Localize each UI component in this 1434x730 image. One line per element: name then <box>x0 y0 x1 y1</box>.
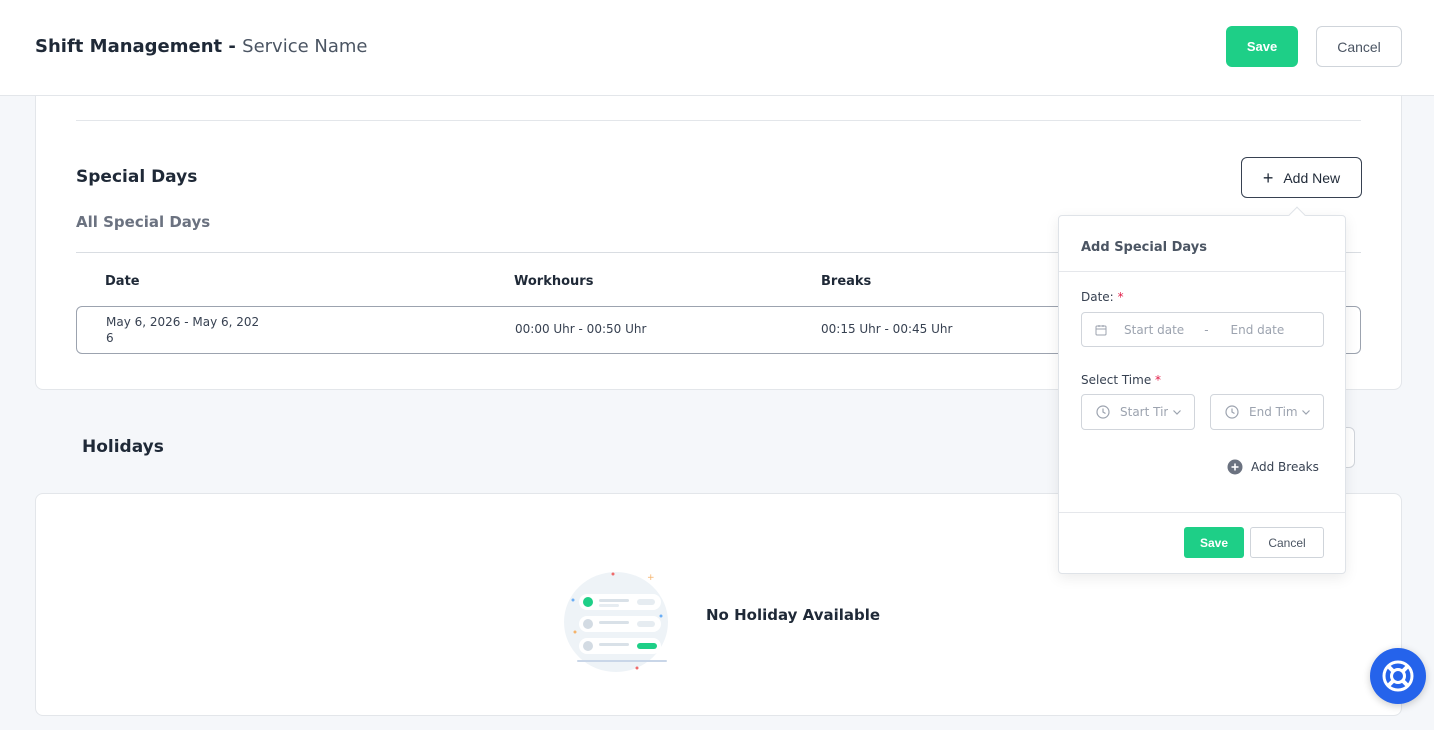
page-title: Shift Management - Service Name <box>35 36 368 57</box>
help-button[interactable] <box>1370 648 1426 704</box>
end-time-placeholder: End Time <box>1249 405 1297 419</box>
special-days-subtitle: All Special Days <box>76 213 211 231</box>
calendar-icon <box>1095 324 1107 335</box>
column-header-date: Date <box>105 274 140 289</box>
start-date-input[interactable]: Start date <box>1124 323 1184 337</box>
popover-title: Add Special Days <box>1081 240 1207 255</box>
save-button[interactable]: Save <box>1226 26 1298 67</box>
cancel-button[interactable]: Cancel <box>1316 26 1402 67</box>
date-range-picker[interactable]: Start date - End date <box>1081 312 1324 347</box>
column-header-breaks: Breaks <box>821 274 872 289</box>
add-breaks-label: Add Breaks <box>1251 460 1319 474</box>
add-breaks-button[interactable]: Add Breaks <box>1227 459 1319 475</box>
special-days-title: Special Days <box>76 167 198 187</box>
required-mark: * <box>1155 373 1162 387</box>
plus-icon: + <box>1262 167 1274 188</box>
date-separator: - <box>1204 322 1209 337</box>
popover-divider <box>1059 271 1345 272</box>
required-mark: * <box>1117 290 1124 304</box>
popover-save-button[interactable]: Save <box>1184 527 1244 558</box>
empty-state-illustration: + <box>564 572 668 672</box>
clock-icon <box>1225 405 1239 419</box>
start-time-placeholder: Start Time <box>1120 405 1168 419</box>
popover-cancel-button[interactable]: Cancel <box>1250 527 1324 558</box>
popover-footer-divider <box>1059 512 1345 513</box>
end-time-select[interactable]: End Time <box>1210 394 1324 430</box>
column-header-workhours: Workhours <box>514 274 594 289</box>
add-new-label: Add New <box>1283 169 1341 186</box>
clock-icon <box>1096 405 1110 419</box>
holidays-title: Holidays <box>82 437 164 457</box>
empty-state-text: No Holiday Available <box>706 606 881 624</box>
row-date: May 6, 2026 - May 6, 2026 <box>106 315 260 345</box>
time-label-text: Select Time <box>1081 373 1152 387</box>
plus-circle-icon <box>1227 459 1243 475</box>
lifebuoy-icon <box>1382 660 1414 692</box>
add-special-days-popover: Add Special Days Date: * Start date - En… <box>1058 206 1346 574</box>
service-name: Service Name <box>242 36 368 57</box>
time-label: Select Time * <box>1081 373 1161 387</box>
row-breaks: 00:15 Uhr - 00:45 Uhr <box>821 322 953 336</box>
divider <box>76 120 1361 121</box>
chevron-down-icon <box>1302 410 1310 415</box>
page-header: Shift Management - Service Name Save Can… <box>0 0 1434 96</box>
page-title-main: Shift Management - <box>35 36 243 57</box>
chevron-down-icon <box>1173 410 1181 415</box>
end-date-input[interactable]: End date <box>1231 323 1285 337</box>
start-time-select[interactable]: Start Time <box>1081 394 1195 430</box>
row-workhours: 00:00 Uhr - 00:50 Uhr <box>515 322 647 336</box>
date-label: Date: * <box>1081 290 1124 304</box>
svg-text:+: + <box>647 573 655 583</box>
add-new-button[interactable]: + Add New <box>1241 157 1362 198</box>
date-label-text: Date: <box>1081 290 1114 304</box>
